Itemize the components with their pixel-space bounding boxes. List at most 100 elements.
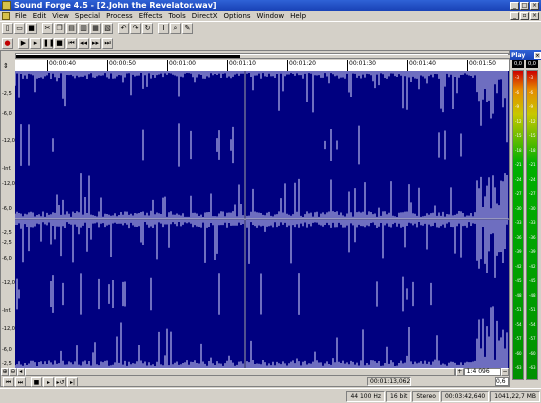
meter-scale-label: -18 — [515, 147, 522, 153]
time-tick: 00:01:20 — [287, 60, 316, 71]
close-button[interactable]: × — [530, 1, 539, 10]
forward-icon[interactable]: ▸▸ — [90, 37, 101, 49]
repeat-icon[interactable]: ↻ — [142, 23, 153, 34]
edit-tool-icon[interactable]: I — [158, 23, 169, 34]
play-meter-titlebar[interactable]: Play × — [510, 50, 541, 60]
play-meter-title: Play — [511, 51, 526, 59]
meter-scale-label: -36 — [529, 234, 536, 240]
meter-scale-label: -36 — [515, 234, 522, 240]
meter-scale-label: -27 — [515, 191, 522, 196]
data-window-transport: ⏮ ⏭ ■ ▸ ▸↺ ▸| 00:01:13,062 0,6 — [1, 376, 509, 388]
pencil-tool-icon[interactable]: ✎ — [182, 23, 193, 34]
overview-view-region[interactable] — [240, 55, 510, 58]
trim-icon[interactable]: ▧ — [102, 23, 113, 34]
copy-icon[interactable]: ❐ — [54, 23, 65, 34]
data-window: ⇕ 00:00:40 00:00:50 00:01:00 00:01:10 00… — [0, 50, 510, 387]
mix-icon[interactable]: ▦ — [90, 23, 101, 34]
meter-scale-label: -24 — [515, 176, 522, 182]
time-tick: 00:00:50 — [107, 60, 136, 71]
paste-icon[interactable]: ▤ — [66, 23, 77, 34]
stop-icon[interactable]: ■ — [54, 37, 65, 49]
undo-icon[interactable]: ↶ — [118, 23, 129, 34]
time-ruler[interactable]: 00:00:40 00:00:50 00:01:00 00:01:10 00:0… — [15, 60, 509, 71]
meter-scale-label: -33 — [529, 220, 536, 225]
menu-file[interactable]: File — [12, 12, 30, 20]
open-folder-icon[interactable]: ▭ — [14, 23, 25, 34]
play-icon[interactable]: ▸ — [43, 377, 54, 387]
db-label: -2,5 — [2, 230, 12, 236]
paste-special-icon[interactable]: ▥ — [78, 23, 89, 34]
go-to-end-icon[interactable]: ⏭ — [15, 377, 26, 387]
close-icon[interactable]: × — [534, 51, 541, 59]
zoom-plus-icon[interactable]: + — [455, 368, 464, 376]
minimize-button[interactable]: _ — [510, 1, 519, 10]
new-file-icon[interactable]: ▯ — [2, 23, 13, 34]
time-tick: 00:01:00 — [167, 60, 196, 71]
meter-scale-label: -54 — [515, 321, 522, 327]
zoom-out-icon[interactable]: ⊖ — [8, 368, 17, 376]
meter-scale-label: -39 — [529, 249, 536, 254]
go-to-end-icon[interactable]: ⏭ — [102, 37, 113, 49]
menu-tools[interactable]: Tools — [166, 12, 189, 20]
peak-right[interactable]: 0,0 — [526, 60, 538, 68]
meter-scale-label: -3 — [515, 75, 519, 80]
doc-restore-button[interactable]: ▫ — [520, 12, 529, 20]
channels[interactable]: Stereo — [412, 390, 440, 402]
meter-scale-label: -6 — [515, 89, 519, 95]
db-label: -2,5 — [2, 91, 12, 97]
cursor-position[interactable]: 00:01:13,062 — [367, 377, 411, 386]
zoom-in-icon[interactable]: ⊕ — [1, 368, 9, 376]
magnify-tool-icon[interactable]: ⌕ — [170, 23, 181, 34]
record-icon[interactable]: ● — [2, 37, 13, 49]
menu-edit[interactable]: Edit — [30, 12, 50, 20]
scroll-left-icon[interactable]: ◂ — [16, 368, 25, 376]
menu-directx[interactable]: DirectX — [189, 12, 221, 20]
menu-help[interactable]: Help — [287, 12, 309, 20]
waveform-display[interactable] — [15, 71, 509, 368]
meter-scale-label: -30 — [515, 205, 522, 211]
menu-process[interactable]: Process — [103, 12, 136, 20]
db-label: -12,0 — [2, 138, 15, 144]
overview-bar[interactable] — [15, 53, 510, 59]
document-icon[interactable] — [2, 12, 10, 20]
db-label: -Inf. — [2, 308, 12, 314]
db-label: -6,0 — [2, 111, 12, 117]
menu-window[interactable]: Window — [254, 12, 288, 20]
meter-scale-label: -60 — [515, 350, 522, 356]
play-icon[interactable]: ▸ — [30, 37, 41, 49]
doc-minimize-button[interactable]: _ — [510, 12, 519, 20]
stop-icon[interactable]: ■ — [31, 377, 42, 387]
menu-effects[interactable]: Effects — [136, 12, 166, 20]
sample-rate[interactable]: 44 100 Hz — [346, 390, 385, 402]
level-ruler: -2,5 -6,0 -12,0 -Inf. -12,0 -6,0 -2,5 -2… — [1, 71, 15, 368]
meter-scale-label: -63 — [529, 365, 536, 370]
meter-scale-label: -57 — [515, 336, 522, 341]
doc-close-button[interactable]: × — [530, 12, 539, 20]
meter-scale-label: -48 — [515, 292, 522, 298]
ruler-corner-icon[interactable]: ⇕ — [3, 62, 13, 70]
menu-special[interactable]: Special — [72, 12, 103, 20]
go-to-start-icon[interactable]: ⏮ — [3, 377, 14, 387]
go-to-start-icon[interactable]: ⏮ — [66, 37, 77, 49]
menu-view[interactable]: View — [49, 12, 72, 20]
save-icon[interactable]: ■ — [26, 23, 37, 34]
meter-left: -3 -6 -9 -12 -15 -18 -21 -24 -27 -30 -33 -36 -39 -42 -… — [512, 70, 524, 380]
redo-icon[interactable]: ↷ — [130, 23, 141, 34]
play-selection-icon[interactable]: ▸| — [67, 377, 78, 387]
bit-depth[interactable]: 16 bit — [386, 390, 412, 402]
meter-scale-label: -48 — [529, 292, 536, 298]
meter-scale-label: -12 — [515, 118, 522, 124]
play-loop-icon[interactable]: ▸↺ — [55, 377, 66, 387]
meter-scale-label: -15 — [515, 133, 522, 138]
app-icon[interactable] — [2, 1, 11, 10]
scroll-thumb[interactable] — [24, 368, 455, 376]
zoom-minus-icon[interactable]: − — [501, 368, 510, 376]
cut-icon[interactable]: ✂ — [42, 23, 53, 34]
play-all-icon[interactable]: ▶ — [18, 37, 29, 49]
peak-left[interactable]: 0,0 — [512, 60, 524, 68]
rewind-icon[interactable]: ◂◂ — [78, 37, 89, 49]
scroll-track[interactable] — [24, 368, 455, 376]
pause-icon[interactable]: ❚❚ — [42, 37, 55, 49]
menu-options[interactable]: Options — [221, 12, 254, 20]
maximize-button[interactable]: □ — [520, 1, 529, 10]
